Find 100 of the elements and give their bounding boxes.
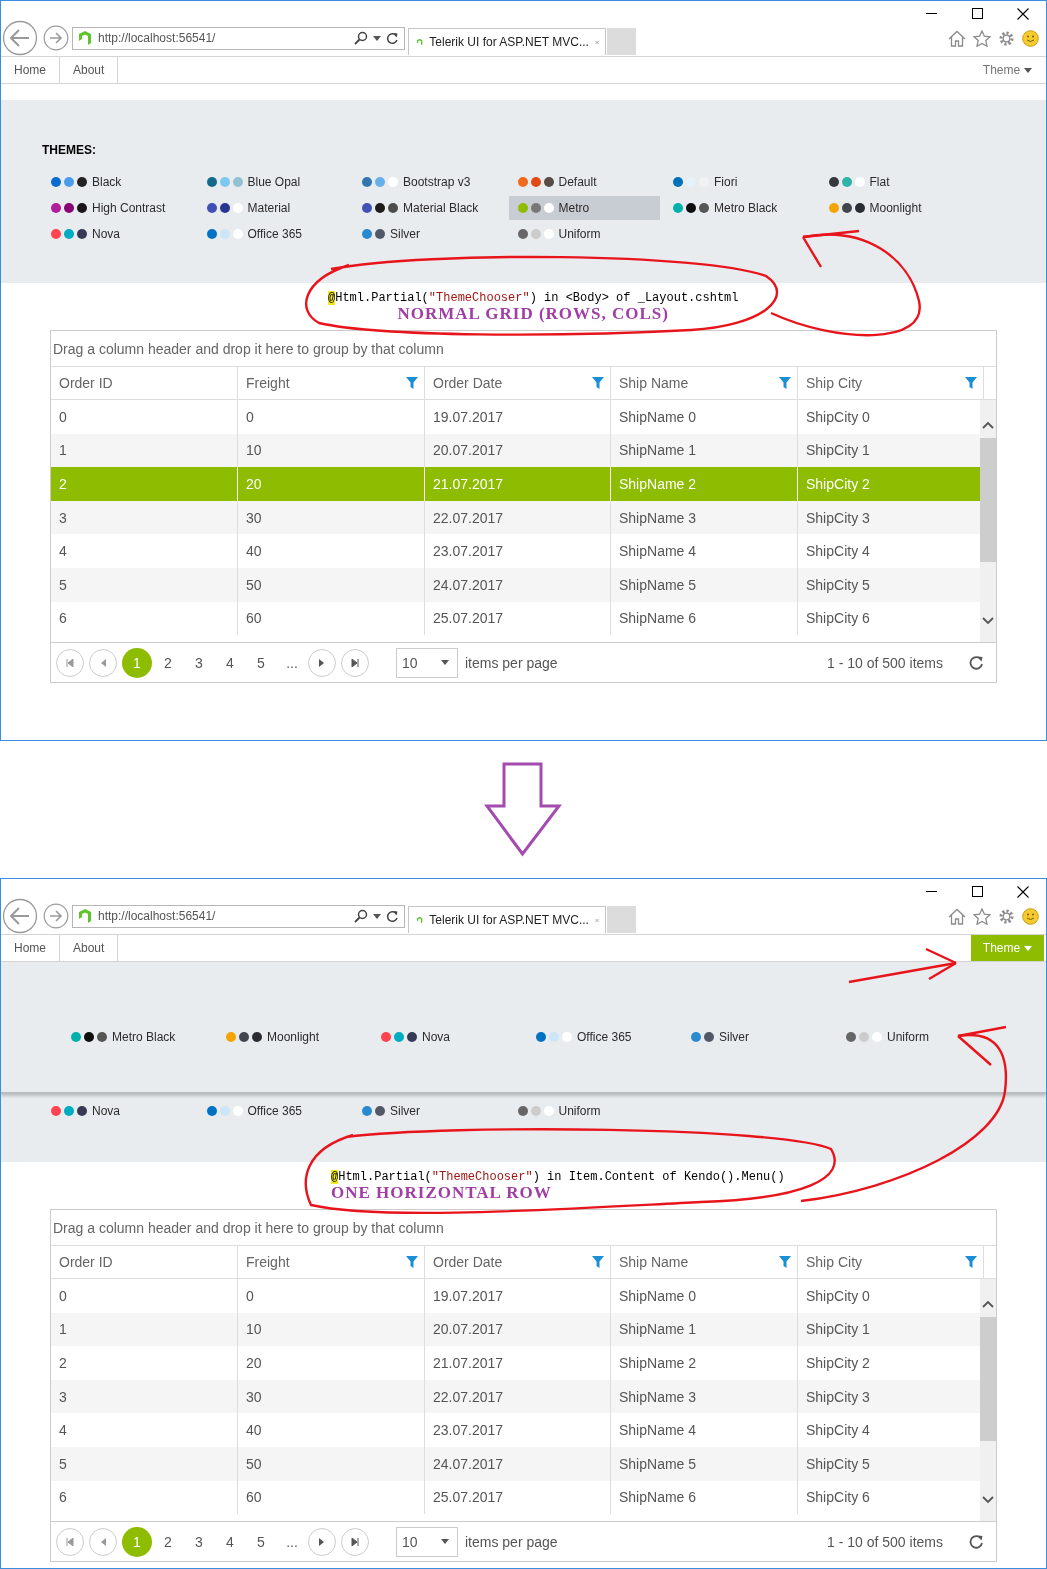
page-button[interactable]: ... bbox=[277, 647, 307, 678]
table-row[interactable]: 5 50 24.07.2017 ShipName 5 ShipCity 5 bbox=[51, 567, 980, 602]
table-row[interactable]: 3 30 22.07.2017 ShipName 3 ShipCity 3 bbox=[51, 500, 980, 535]
maximize-icon[interactable] bbox=[971, 886, 983, 897]
theme-option[interactable]: Office 365 bbox=[197, 1099, 349, 1123]
refresh-icon[interactable] bbox=[386, 31, 399, 45]
theme-option[interactable]: Moonlight bbox=[819, 196, 971, 220]
theme-option[interactable]: Uniform bbox=[837, 1025, 988, 1049]
filter-icon[interactable] bbox=[592, 1256, 604, 1268]
scroll-down-icon[interactable] bbox=[982, 1496, 994, 1504]
theme-menu-button[interactable]: Theme bbox=[971, 57, 1044, 83]
settings-icon[interactable] bbox=[998, 907, 1015, 925]
minimize-icon[interactable] bbox=[925, 890, 937, 893]
theme-option[interactable]: Nova bbox=[42, 222, 193, 246]
next-page-button[interactable] bbox=[308, 648, 336, 677]
filter-icon[interactable] bbox=[779, 1256, 791, 1268]
page-button[interactable]: 5 bbox=[246, 647, 276, 678]
browser-tab[interactable]: Telerik UI for ASP.NET MVC... bbox=[408, 906, 606, 933]
back-icon[interactable] bbox=[2, 20, 38, 56]
column-header[interactable]: Ship City bbox=[797, 1246, 983, 1278]
menu-item[interactable]: About bbox=[60, 935, 119, 961]
close-icon[interactable] bbox=[1017, 885, 1029, 898]
column-header[interactable]: Ship City bbox=[797, 367, 983, 399]
caret-icon[interactable] bbox=[1024, 67, 1033, 73]
theme-option[interactable]: Moonlight bbox=[217, 1025, 368, 1049]
column-header[interactable]: Order Date bbox=[424, 367, 610, 399]
theme-option[interactable]: Metro Black bbox=[664, 196, 815, 220]
page-button[interactable]: ... bbox=[277, 1526, 307, 1557]
theme-option[interactable]: Silver bbox=[353, 222, 504, 246]
page-button[interactable]: 2 bbox=[153, 647, 183, 678]
theme-option[interactable]: Office 365 bbox=[527, 1025, 678, 1049]
smiley-icon[interactable] bbox=[1022, 29, 1039, 47]
column-header[interactable]: Order ID bbox=[51, 367, 237, 399]
browser-tab[interactable]: Telerik UI for ASP.NET MVC... bbox=[408, 28, 606, 55]
search-icon[interactable] bbox=[354, 31, 368, 45]
address-bar[interactable]: http://localhost:56541/ bbox=[72, 904, 405, 928]
caret-icon[interactable] bbox=[441, 1539, 449, 1544]
theme-option[interactable]: Material Black bbox=[353, 196, 504, 220]
home-icon[interactable] bbox=[948, 29, 966, 47]
page-button[interactable]: 5 bbox=[246, 1526, 276, 1557]
theme-option[interactable]: Uniform bbox=[508, 1099, 660, 1123]
scroll-up-icon[interactable] bbox=[982, 421, 994, 429]
theme-option[interactable]: Office 365 bbox=[197, 222, 349, 246]
address-bar[interactable]: http://localhost:56541/ bbox=[72, 26, 405, 50]
table-row[interactable]: 3 30 22.07.2017 ShipName 3 ShipCity 3 bbox=[51, 1379, 980, 1414]
back-icon[interactable] bbox=[2, 898, 38, 934]
column-header[interactable]: Freight bbox=[237, 1246, 424, 1278]
column-header[interactable]: Freight bbox=[237, 367, 424, 399]
column-header[interactable]: Order Date bbox=[424, 1246, 610, 1278]
menu-item[interactable]: About bbox=[60, 57, 119, 83]
theme-option[interactable]: Default bbox=[508, 170, 660, 194]
refresh-icon[interactable] bbox=[969, 655, 984, 670]
theme-option[interactable]: Flat bbox=[819, 170, 971, 194]
forward-icon[interactable] bbox=[43, 25, 69, 51]
scrollbar[interactable] bbox=[980, 1279, 996, 1521]
column-header[interactable]: Ship Name bbox=[610, 367, 797, 399]
refresh-icon[interactable] bbox=[969, 1534, 984, 1549]
scrollbar[interactable] bbox=[980, 400, 996, 642]
forward-icon[interactable] bbox=[43, 903, 69, 929]
theme-option[interactable]: Material bbox=[197, 196, 349, 220]
search-icon[interactable] bbox=[354, 909, 368, 923]
theme-option[interactable]: Uniform bbox=[508, 222, 660, 246]
page-button[interactable]: 2 bbox=[153, 1526, 183, 1557]
previous-page-button[interactable] bbox=[89, 1527, 117, 1556]
theme-option[interactable]: Fiori bbox=[664, 170, 815, 194]
refresh-icon[interactable] bbox=[386, 909, 399, 923]
page-size-dropdown[interactable]: 10 bbox=[396, 1526, 458, 1557]
filter-icon[interactable] bbox=[406, 377, 418, 389]
page-button[interactable]: 3 bbox=[184, 1526, 214, 1557]
scroll-up-icon[interactable] bbox=[982, 1300, 994, 1308]
table-row[interactable]: 1 10 20.07.2017 ShipName 1 ShipCity 1 bbox=[51, 1312, 980, 1347]
page-size-dropdown[interactable]: 10 bbox=[396, 647, 458, 678]
theme-option[interactable]: Metro Black bbox=[62, 1025, 213, 1049]
first-page-button[interactable] bbox=[56, 648, 84, 677]
filter-icon[interactable] bbox=[965, 377, 977, 389]
next-page-button[interactable] bbox=[308, 1527, 336, 1556]
theme-option[interactable]: Metro bbox=[508, 196, 660, 220]
first-page-button[interactable] bbox=[56, 1527, 84, 1556]
last-page-button[interactable] bbox=[341, 1527, 369, 1556]
minimize-icon[interactable] bbox=[925, 12, 937, 15]
caret-icon[interactable] bbox=[373, 913, 381, 919]
menu-item[interactable]: Home bbox=[1, 935, 60, 961]
last-page-button[interactable] bbox=[341, 648, 369, 677]
theme-option[interactable]: Bootstrap v3 bbox=[353, 170, 504, 194]
page-button[interactable]: 4 bbox=[215, 647, 245, 678]
page-button[interactable]: 4 bbox=[215, 1526, 245, 1557]
filter-icon[interactable] bbox=[406, 1256, 418, 1268]
previous-page-button[interactable] bbox=[89, 648, 117, 677]
caret-icon[interactable] bbox=[441, 660, 449, 665]
filter-icon[interactable] bbox=[592, 377, 604, 389]
caret-icon[interactable] bbox=[373, 35, 381, 41]
settings-icon[interactable] bbox=[998, 29, 1015, 47]
column-header[interactable]: Ship Name bbox=[610, 1246, 797, 1278]
home-icon[interactable] bbox=[948, 907, 966, 925]
smiley-icon[interactable] bbox=[1022, 907, 1039, 925]
menu-item[interactable]: Home bbox=[1, 57, 60, 83]
close-icon[interactable] bbox=[1017, 7, 1029, 20]
scroll-down-icon[interactable] bbox=[982, 617, 994, 625]
theme-option[interactable]: Nova bbox=[42, 1099, 193, 1123]
theme-option[interactable]: High Contrast bbox=[42, 196, 193, 220]
